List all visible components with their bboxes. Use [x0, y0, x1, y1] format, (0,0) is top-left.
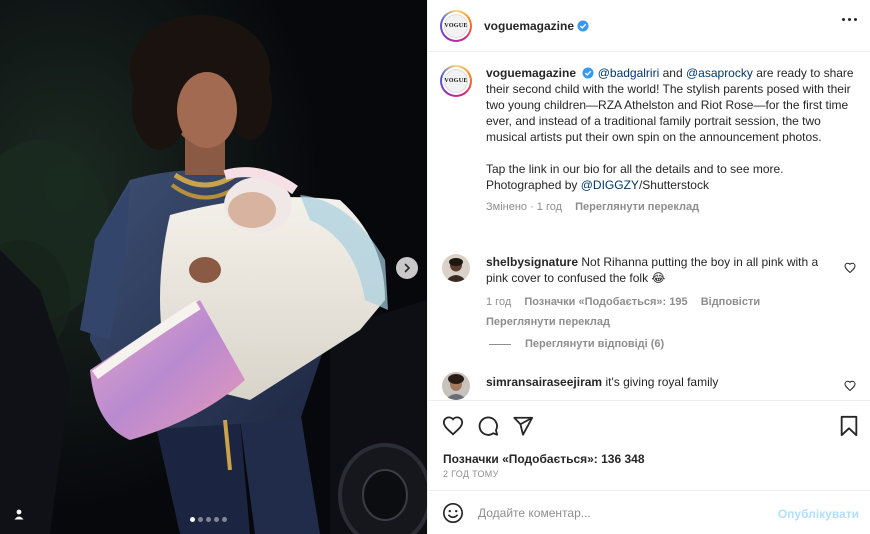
carousel-dot [214, 517, 219, 522]
reply-button[interactable]: Відповісти [701, 296, 760, 308]
post-actions-section: Позначки «Подобається»: 136 348 2 год то… [428, 400, 870, 490]
caption-edited-time: Змінено · 1 год [486, 201, 563, 213]
commenter-username[interactable]: simransairaseejiram [486, 375, 602, 389]
carousel-dot [190, 517, 195, 522]
instagram-post-modal: VOGUE voguemagazine VOGUE voguemagazine … [0, 0, 870, 534]
carousel-dot [206, 517, 211, 522]
share-send-icon[interactable] [512, 415, 534, 437]
action-buttons [442, 415, 534, 437]
caption-credit: /Shutterstock [638, 178, 709, 192]
post-media[interactable] [0, 0, 427, 534]
emoji-icon[interactable] [442, 502, 464, 524]
next-slide-button[interactable] [396, 257, 418, 279]
post-details-panel: VOGUE voguemagazine VOGUE voguemagazine … [427, 0, 870, 534]
post-caption: VOGUE voguemagazine @badgalriri and @asa… [440, 65, 860, 215]
author-username[interactable]: voguemagazine [484, 19, 589, 33]
author-username-text[interactable]: voguemagazine [484, 19, 574, 33]
translate-comment-link[interactable]: Переглянути переклад [486, 316, 610, 328]
comment-text: it's giving royal family [605, 375, 719, 389]
avatar-logo-text: VOGUE [444, 13, 468, 38]
comment-time: 1 год [486, 296, 512, 308]
caption-meta: Змінено · 1 год Переглянути переклад [486, 199, 860, 215]
profile-photo [442, 372, 470, 400]
like-comment-heart-icon[interactable] [844, 380, 856, 392]
tagged-users-button[interactable] [8, 503, 30, 525]
like-heart-icon[interactable] [442, 415, 464, 437]
mention-link[interactable]: @badgalriri [598, 66, 660, 80]
caption-text: voguemagazine @badgalriri and @asaprocky… [486, 65, 860, 215]
comment-body: simransairaseejiram it's giving royal fa… [486, 374, 842, 400]
comment-bubble-icon[interactable] [477, 415, 499, 437]
verified-badge-icon [582, 67, 594, 79]
mention-link[interactable]: @DIGGZY [581, 178, 639, 192]
post-header: VOGUE voguemagazine [428, 0, 870, 52]
comment-meta: 1 год Позначки «Подобається»: 195 Відпов… [486, 294, 842, 310]
like-comment-heart-icon[interactable] [844, 262, 856, 274]
more-horizontal-icon [842, 18, 845, 21]
more-horizontal-icon [854, 18, 857, 21]
comment-likes-link[interactable]: Позначки «Подобається»: 195 [524, 296, 687, 308]
translate-caption-link[interactable]: Переглянути переклад [575, 201, 699, 213]
save-bookmark-icon[interactable] [839, 415, 859, 437]
mention-link[interactable]: @asaprocky [686, 66, 753, 80]
profile-photo [442, 254, 470, 282]
more-horizontal-icon [848, 18, 851, 21]
comment-body: shelbysignature Not Rihanna putting the … [486, 254, 842, 330]
avatar-logo-text: VOGUE [444, 69, 468, 93]
add-comment-bar: Додайте коментар... Опублікувати [428, 490, 870, 534]
author-avatar[interactable]: VOGUE [440, 9, 472, 42]
caption-connector: and [662, 66, 683, 80]
chevron-right-icon [404, 263, 411, 273]
verified-badge-icon [577, 20, 589, 31]
publish-button[interactable]: Опублікувати [778, 507, 859, 521]
comment-item: shelbysignature Not Rihanna putting the … [440, 254, 860, 330]
commenter-avatar[interactable] [442, 254, 470, 282]
commenter-username[interactable]: shelbysignature [486, 255, 578, 269]
caption-author-username[interactable]: voguemagazine [486, 66, 576, 80]
user-icon [14, 509, 24, 520]
caption-author-avatar[interactable]: VOGUE [440, 65, 472, 97]
view-replies-label[interactable]: Переглянути відповіді (6) [525, 338, 664, 350]
post-photo [0, 0, 427, 534]
comment-translate-row: Переглянути переклад [486, 314, 842, 330]
comment-input[interactable]: Додайте коментар... [478, 506, 591, 520]
carousel-dot [222, 517, 227, 522]
comment-item: simransairaseejiram it's giving royal fa… [440, 372, 860, 400]
carousel-dot [198, 517, 203, 522]
post-time[interactable]: 2 год тому [443, 469, 499, 479]
replies-divider [489, 343, 511, 345]
more-options-button[interactable] [842, 18, 857, 21]
carousel-indicator [190, 517, 227, 522]
likes-count[interactable]: Позначки «Подобається»: 136 348 [443, 452, 645, 466]
commenter-avatar[interactable] [442, 372, 470, 400]
view-replies-button[interactable]: Переглянути відповіді (6) [489, 338, 664, 350]
